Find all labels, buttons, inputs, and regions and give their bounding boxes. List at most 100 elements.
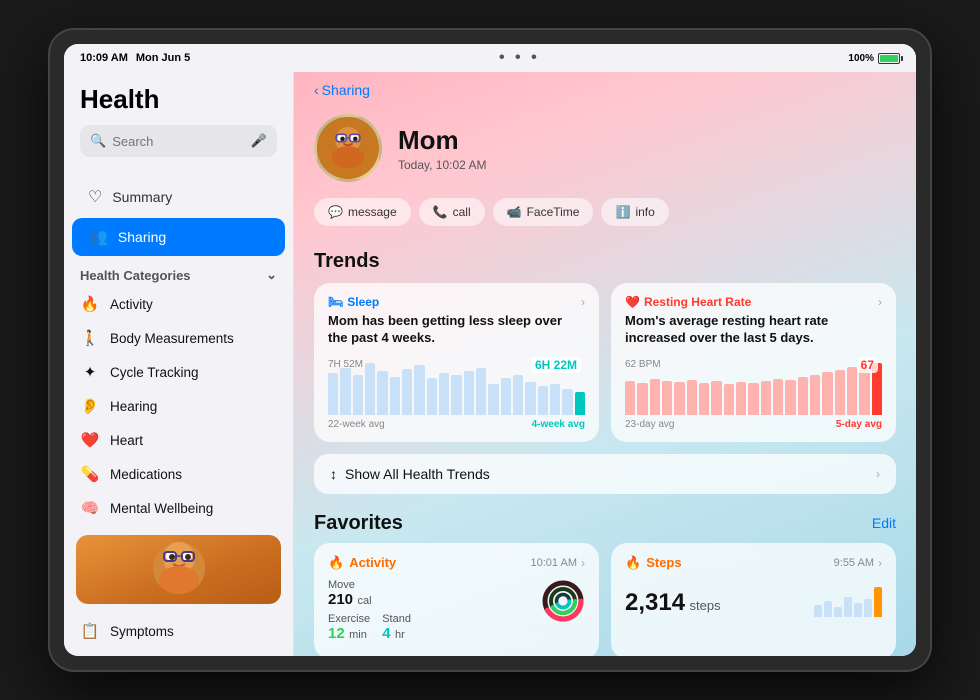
dots-icon: • • • [499,49,540,67]
heart-trend-card[interactable]: ❤️ Resting Heart Rate › Mom's average re… [611,283,896,442]
sleep-y-label: 7H 52M [328,359,363,370]
call-label: call [453,205,471,219]
facetime-icon: 📹 [507,205,522,219]
heart-bar [761,381,771,415]
back-button[interactable]: ‹ Sharing [314,82,370,98]
activity-fav-label: 🔥 Activity [328,555,396,571]
activity-fav-icon: 🔥 [328,555,344,571]
sidebar-title: Health [80,84,277,115]
search-input[interactable] [112,134,245,149]
sleep-trend-card[interactable]: 🛏 Sleep › Mom has been getting less slee… [314,283,599,442]
categories-header: Health Categories ⌄ [64,257,293,287]
sharing-header: ‹ Sharing [294,72,916,106]
activity-label: Activity [110,297,153,312]
medications-label: Medications [110,467,182,482]
heart-chart-labels: 23-day avg 5-day avg [625,419,882,430]
activity-time-row: 10:01 AM › [531,556,585,570]
trends-row: 🛏 Sleep › Mom has been getting less slee… [294,283,916,454]
edit-button[interactable]: Edit [872,515,896,531]
sleep-bar [513,375,523,415]
steps-mini-bar [854,603,862,617]
steps-fav-time: 9:55 AM [834,557,874,569]
show-all-trends-row[interactable]: ↕ Show All Health Trends › [314,454,896,494]
stand-unit: hr [395,629,405,641]
heart-chevron-icon: › [878,295,882,309]
person-photo-inner [76,535,281,604]
show-all-text: ↕ Show All Health Trends [330,466,490,482]
heart-bar [625,381,635,415]
symptoms-item[interactable]: 📋 Symptoms [64,614,293,648]
sidebar-item-summary[interactable]: ♡ Summary [72,178,285,216]
profile-section: Mom Today, 10:02 AM [294,106,916,198]
profile-name: Mom [398,125,487,156]
sleep-bar [525,382,535,415]
category-body-measurements[interactable]: 🚶 Body Measurements [64,321,293,355]
ipad-screen: 10:09 AM Mon Jun 5 • • • 100% Health 🔍 [64,44,916,656]
steps-fav-label: 🔥 Steps [625,555,682,571]
heart-desc: Mom's average resting heart rate increas… [625,313,882,347]
steps-time-row: 9:55 AM › [834,556,882,570]
categories-title: Health Categories [80,268,191,283]
sleep-bar [365,363,375,415]
stand-stat: Stand 4 hr [382,613,411,643]
steps-mini-bar [874,587,882,617]
activity-fav-card[interactable]: 🔥 Activity 10:01 AM › Move [314,543,599,656]
status-time: 10:09 AM [80,52,128,64]
sleep-bar [353,375,363,415]
sleep-card-label: 🛏 Sleep [328,295,379,309]
category-medications[interactable]: 💊 Medications [64,457,293,491]
heart-bar [687,380,697,415]
facetime-button[interactable]: 📹 FaceTime [493,198,594,226]
steps-chevron-icon: › [878,556,882,570]
steps-mini-bar [864,599,872,617]
sleep-bar [328,373,338,415]
heart-bar [711,381,721,415]
steps-mini-bar [844,597,852,617]
sleep-bar [538,386,548,415]
call-button[interactable]: 📞 call [419,198,485,226]
activity-fav-header: 🔥 Activity 10:01 AM › [328,555,585,571]
status-bar: 10:09 AM Mon Jun 5 • • • 100% [64,44,916,72]
category-hearing[interactable]: 👂 Hearing [64,389,293,423]
battery-icon [878,53,900,64]
trends-title: Trends [294,242,916,283]
show-all-icon: ↕ [330,466,337,482]
category-activity[interactable]: 🔥 Activity [64,287,293,321]
steps-fav-card[interactable]: 🔥 Steps 9:55 AM › 2,314 steps [611,543,896,656]
stand-label: Stand [382,613,411,625]
category-cycle[interactable]: ✦ Cycle Tracking [64,355,293,389]
summary-icon: ♡ [88,187,102,207]
sleep-bar [550,384,560,415]
activity-chevron-icon: › [581,556,585,570]
sidebar-top: Health 🔍 🎤 [64,72,293,177]
main-content: ‹ Sharing [294,72,916,656]
status-left: 10:09 AM Mon Jun 5 [80,52,190,64]
sleep-bar [451,375,461,415]
search-bar[interactable]: 🔍 🎤 [80,125,277,157]
action-buttons: 💬 message 📞 call 📹 FaceTime ℹ️ info [294,198,916,242]
heart-bar [810,375,820,415]
favorites-title: Favorites [314,512,403,535]
category-heart[interactable]: ❤️ Heart [64,423,293,457]
heart-bar [798,377,808,414]
sleep-bar [402,369,412,415]
sleep-bar [488,384,498,415]
exercise-stand-row: Exercise 12 min Stand 4 hr [328,613,531,647]
sharing-label: Sharing [118,229,166,245]
profile-info: Mom Today, 10:02 AM [398,125,487,172]
body-label: Body Measurements [110,331,234,346]
info-button[interactable]: ℹ️ info [601,198,668,226]
sidebar-item-sharing[interactable]: 👥 Sharing [72,218,285,256]
sleep-chevron-icon: › [581,295,585,309]
sharing-icon: 👥 [88,227,108,247]
medications-icon: 💊 [80,464,100,484]
category-mental[interactable]: 🧠 Mental Wellbeing [64,491,293,525]
show-all-label: Show All Health Trends [345,466,490,482]
sleep-bar [390,377,400,414]
heart-bar [748,383,758,415]
message-button[interactable]: 💬 message [314,198,411,226]
sleep-bar [476,368,486,415]
message-label: message [348,205,397,219]
back-chevron-icon: ‹ [314,82,319,98]
heart-bar [773,379,783,415]
